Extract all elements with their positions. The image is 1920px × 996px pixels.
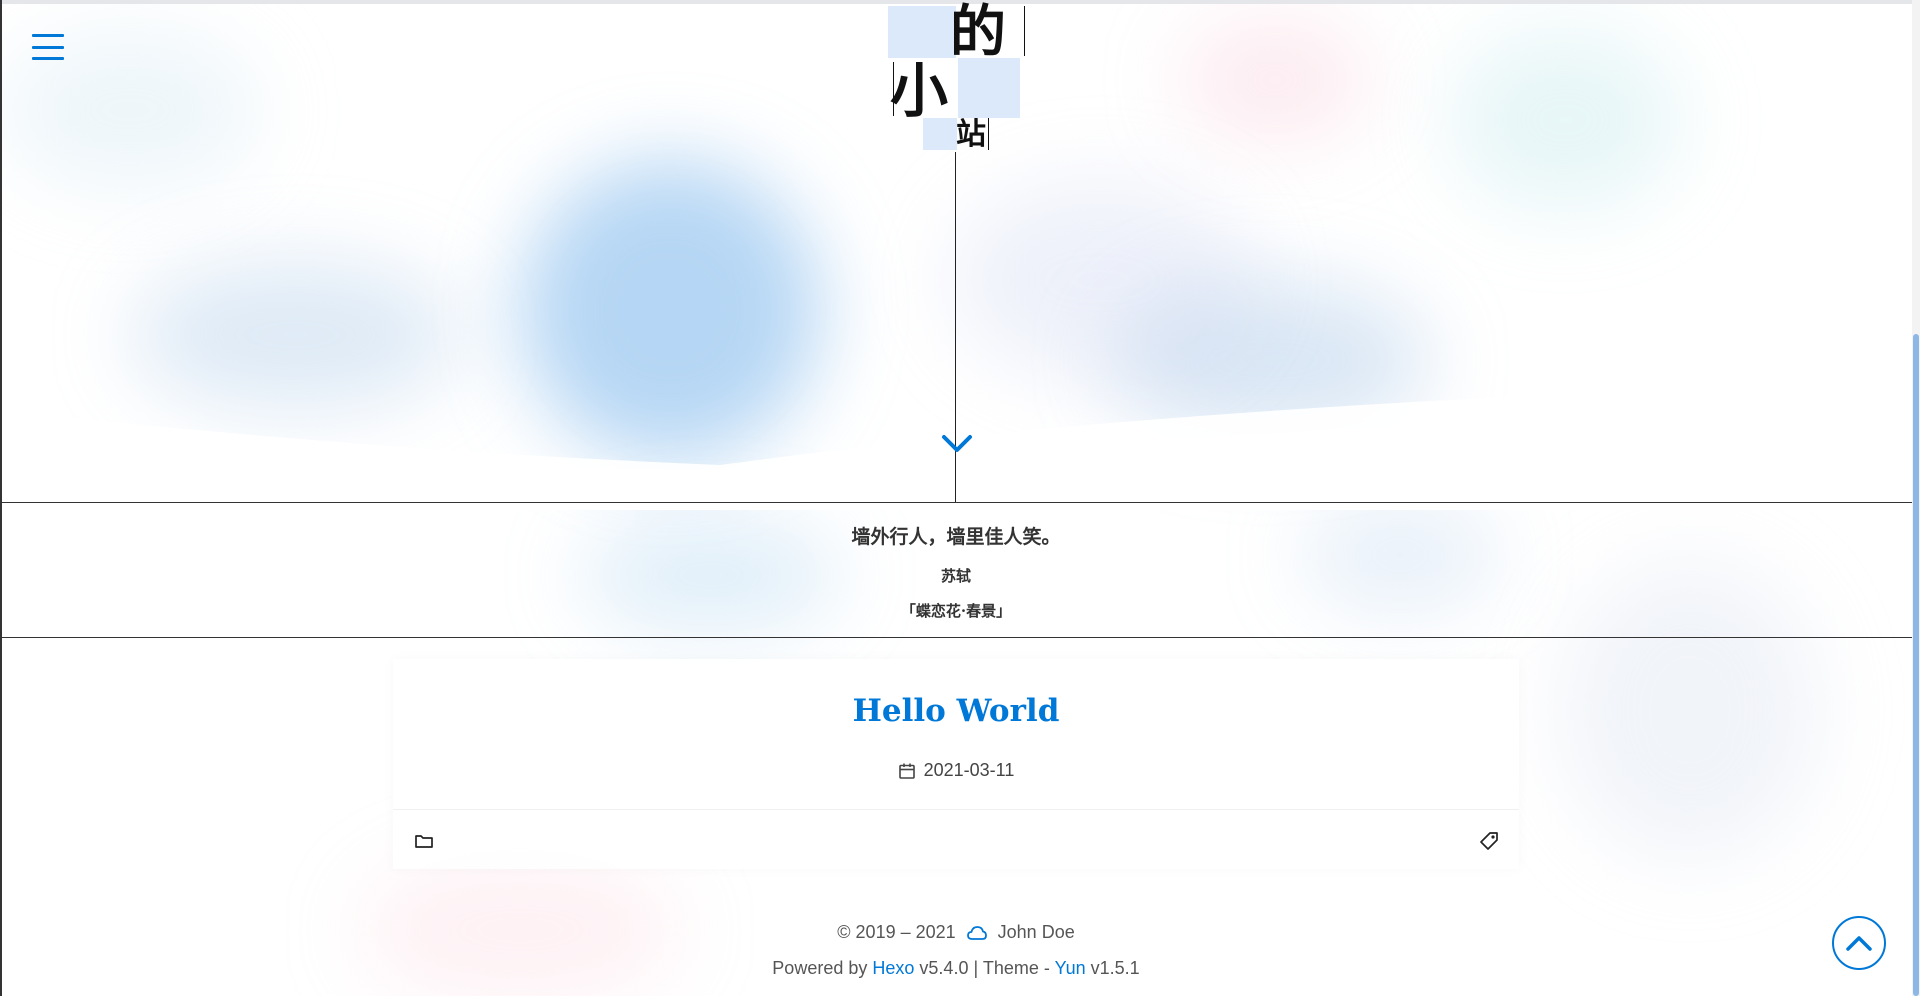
calendar-icon bbox=[898, 763, 915, 779]
copyright-text: © 2019 – 2021 bbox=[837, 922, 956, 942]
background-wave bbox=[0, 382, 1912, 510]
title-edge bbox=[1024, 6, 1025, 56]
menu-toggle-button[interactable] bbox=[32, 34, 64, 60]
post-date-text: 2021-03-11 bbox=[923, 760, 1015, 780]
folder-icon[interactable] bbox=[414, 831, 434, 851]
quote-source: 「蝶恋花·春景」 bbox=[900, 602, 1012, 620]
scrollbar-thumb[interactable] bbox=[1913, 334, 1919, 996]
hexo-link[interactable]: Hexo bbox=[872, 958, 914, 978]
quote-author: 苏轼 bbox=[940, 567, 971, 585]
post-title-link[interactable]: Hello World bbox=[393, 693, 1519, 729]
theme-version: v1.5.1 bbox=[1090, 958, 1140, 978]
divider bbox=[0, 637, 1912, 638]
footer-copyright: © 2019 – 2021 John Doe bbox=[0, 922, 1912, 943]
powered-by-label: Powered by bbox=[772, 958, 868, 978]
site-title-char: 小 bbox=[890, 57, 949, 125]
cloud-icon bbox=[966, 925, 987, 940]
post-card: Hello World 2021-03-11 bbox=[393, 659, 1519, 869]
chevron-up-icon bbox=[1846, 936, 1872, 951]
quote-text: 墙外行人，墙里佳人笑。 bbox=[851, 526, 1061, 548]
footer-author: John Doe bbox=[997, 922, 1075, 942]
site-title-char: 站 bbox=[956, 117, 986, 152]
back-to-top-button[interactable] bbox=[1832, 916, 1886, 970]
title-edge bbox=[988, 118, 989, 150]
site-title-char: 的 bbox=[950, 0, 1006, 65]
footer-powered: Powered by Hexo v5.4.0 | Theme - Yun v1.… bbox=[0, 958, 1912, 979]
theme-label: Theme - bbox=[982, 958, 1050, 978]
hexo-version: v5.4.0 bbox=[919, 958, 969, 978]
footer-separator: | bbox=[973, 958, 979, 978]
chevron-down-icon bbox=[942, 435, 972, 452]
card-divider bbox=[393, 809, 1519, 810]
tag-icon[interactable] bbox=[1479, 831, 1499, 851]
post-date: 2021-03-11 bbox=[393, 760, 1519, 781]
left-border bbox=[0, 0, 2, 996]
hamburger-icon-bar bbox=[32, 34, 64, 37]
hamburger-icon-bar bbox=[32, 57, 64, 60]
title-tint bbox=[888, 6, 956, 58]
scroll-down-button[interactable] bbox=[940, 432, 974, 456]
hamburger-icon-bar bbox=[32, 45, 64, 49]
title-tint bbox=[958, 58, 1020, 118]
yun-theme-link[interactable]: Yun bbox=[1055, 958, 1086, 978]
divider bbox=[0, 502, 1912, 503]
